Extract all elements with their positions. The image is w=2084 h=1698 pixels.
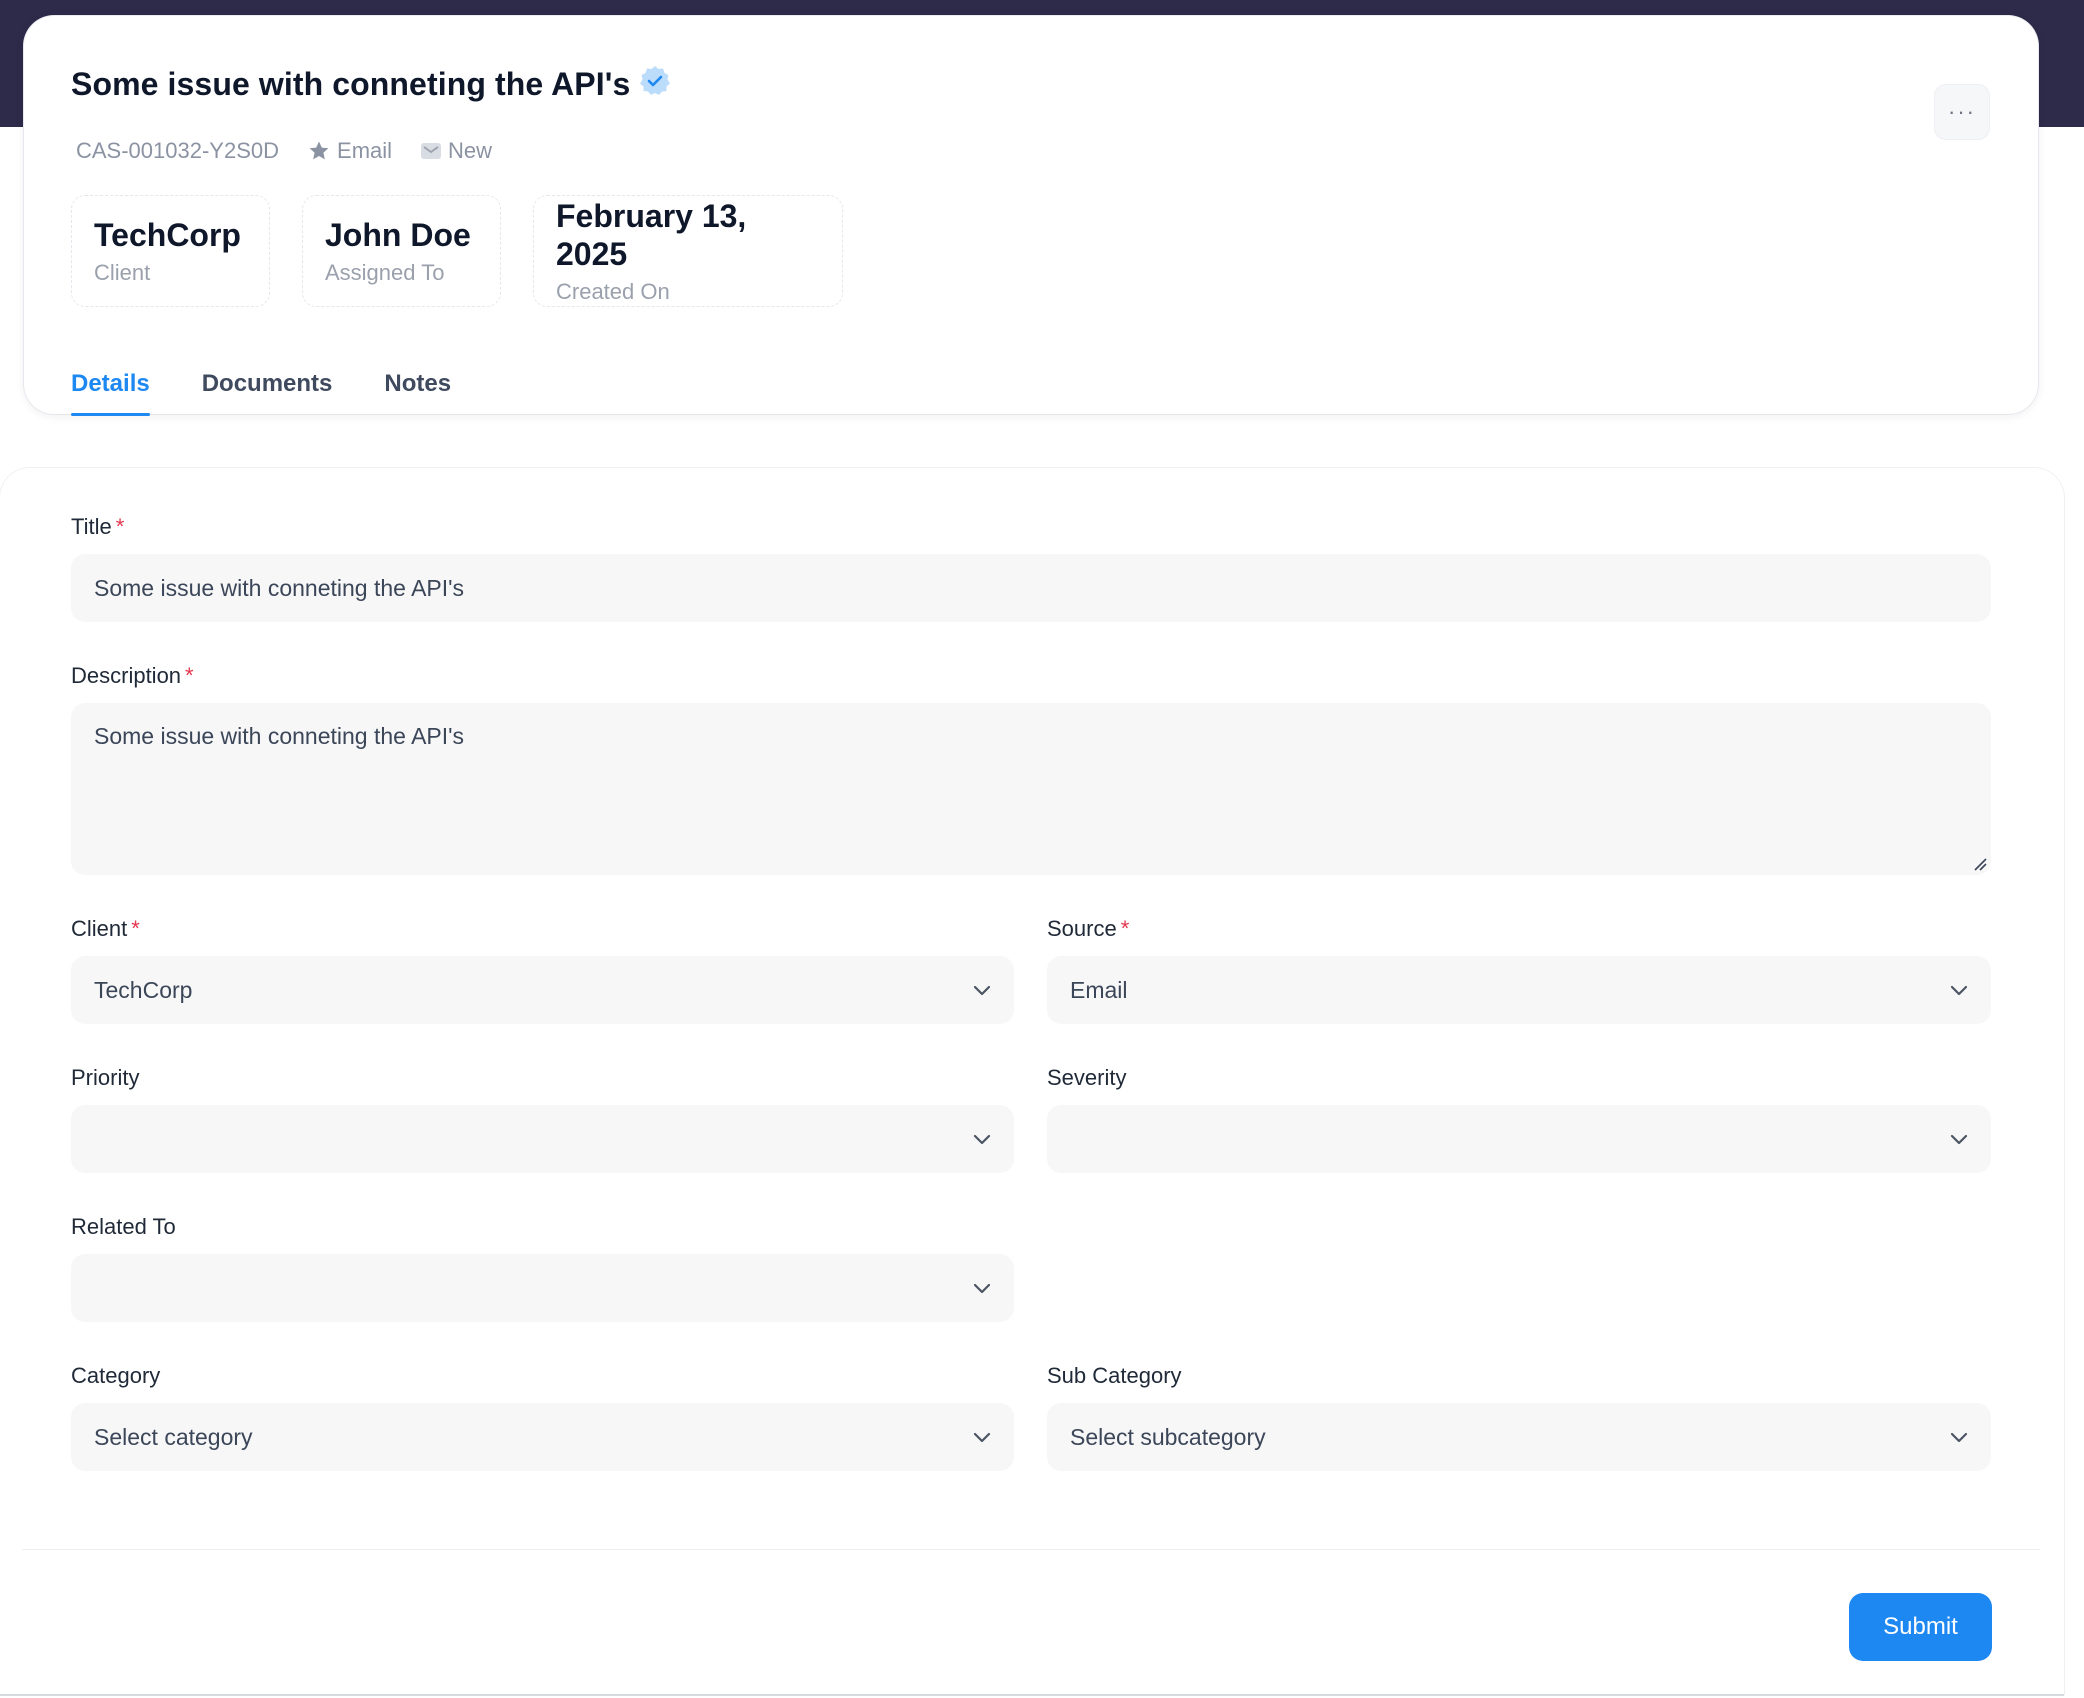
more-options-button[interactable]: ··· xyxy=(1934,84,1990,140)
priority-select[interactable] xyxy=(71,1105,1014,1173)
related-to-label: Related To xyxy=(71,1214,176,1239)
chevron-down-icon xyxy=(973,1432,991,1443)
source-select[interactable]: Email xyxy=(1047,956,1991,1024)
severity-select[interactable] xyxy=(1047,1105,1991,1173)
chevron-down-icon xyxy=(973,985,991,996)
chevron-down-icon xyxy=(1950,1134,1968,1145)
form-footer-divider xyxy=(22,1549,2040,1550)
chevron-down-icon xyxy=(973,1134,991,1145)
resize-handle-icon[interactable] xyxy=(1973,857,1987,871)
chevron-down-icon xyxy=(973,1283,991,1294)
case-status-label: New xyxy=(448,138,493,163)
stat-label: Assigned To xyxy=(325,260,445,285)
case-details-form xyxy=(0,468,2064,1694)
category-select[interactable]: Select category xyxy=(71,1403,1014,1471)
star-icon xyxy=(309,141,329,160)
case-title-row: Some issue with conneting the API's xyxy=(71,64,672,103)
page-bottom-edge xyxy=(0,1694,2064,1696)
required-marker: * xyxy=(185,663,194,688)
stat-value: February 13, 2025 xyxy=(556,198,747,272)
chevron-down-icon xyxy=(1950,985,1968,996)
stat-cards: TechCorp Client John Doe Assigned To Feb… xyxy=(71,195,875,307)
case-id: CAS-001032-Y2S0D xyxy=(76,138,280,163)
related-to-select[interactable] xyxy=(71,1254,1014,1322)
chevron-down-icon xyxy=(1950,1432,1968,1443)
required-marker: * xyxy=(115,514,125,539)
severity-label: Severity xyxy=(1047,1065,1127,1090)
verified-badge-icon xyxy=(638,64,672,98)
source-label: Source * xyxy=(1047,916,1130,941)
tab-notes[interactable]: Notes xyxy=(384,354,451,414)
category-label: Category xyxy=(71,1363,161,1388)
tab-documents[interactable]: Documents xyxy=(202,354,333,414)
required-marker: * xyxy=(1120,916,1130,941)
case-source-label: Email xyxy=(337,138,393,163)
submit-button[interactable]: Submit xyxy=(1849,1593,1992,1661)
case-meta: CAS-001032-Y2S0D Email New xyxy=(76,138,520,164)
stat-card-created-on: February 13, 2025 Created On xyxy=(533,195,843,307)
tab-details[interactable]: Details xyxy=(71,354,150,416)
stat-value: John Doe xyxy=(325,217,471,253)
more-icon: ··· xyxy=(1948,99,1976,124)
stat-value: TechCorp xyxy=(94,217,241,253)
priority-label: Priority xyxy=(71,1065,140,1090)
description-textarea[interactable]: Some issue with conneting the API's xyxy=(71,703,1991,875)
sub-category-label: Sub Category xyxy=(1047,1363,1182,1388)
case-header-card: Some issue with conneting the API's CAS-… xyxy=(24,16,2038,416)
stat-card-assigned-to: John Doe Assigned To xyxy=(302,195,501,307)
title-label: Title * xyxy=(71,514,125,539)
stat-card-client: TechCorp Client xyxy=(71,195,270,307)
case-title: Some issue with conneting the API's xyxy=(71,66,631,102)
envelope-icon xyxy=(421,143,442,159)
client-label: Client * xyxy=(71,916,140,941)
case-tabs: Details Documents Notes xyxy=(71,354,503,416)
client-select[interactable]: TechCorp xyxy=(71,956,1014,1024)
required-marker: * xyxy=(131,916,140,941)
sub-category-select[interactable]: Select subcategory xyxy=(1047,1403,1991,1471)
description-label: Description * xyxy=(71,663,194,688)
case-source: Email xyxy=(307,138,392,164)
title-input[interactable]: Some issue with conneting the API's xyxy=(71,554,1991,622)
stat-label: Created On xyxy=(556,279,670,304)
case-status: New xyxy=(420,138,492,164)
stat-label: Client xyxy=(94,260,151,285)
